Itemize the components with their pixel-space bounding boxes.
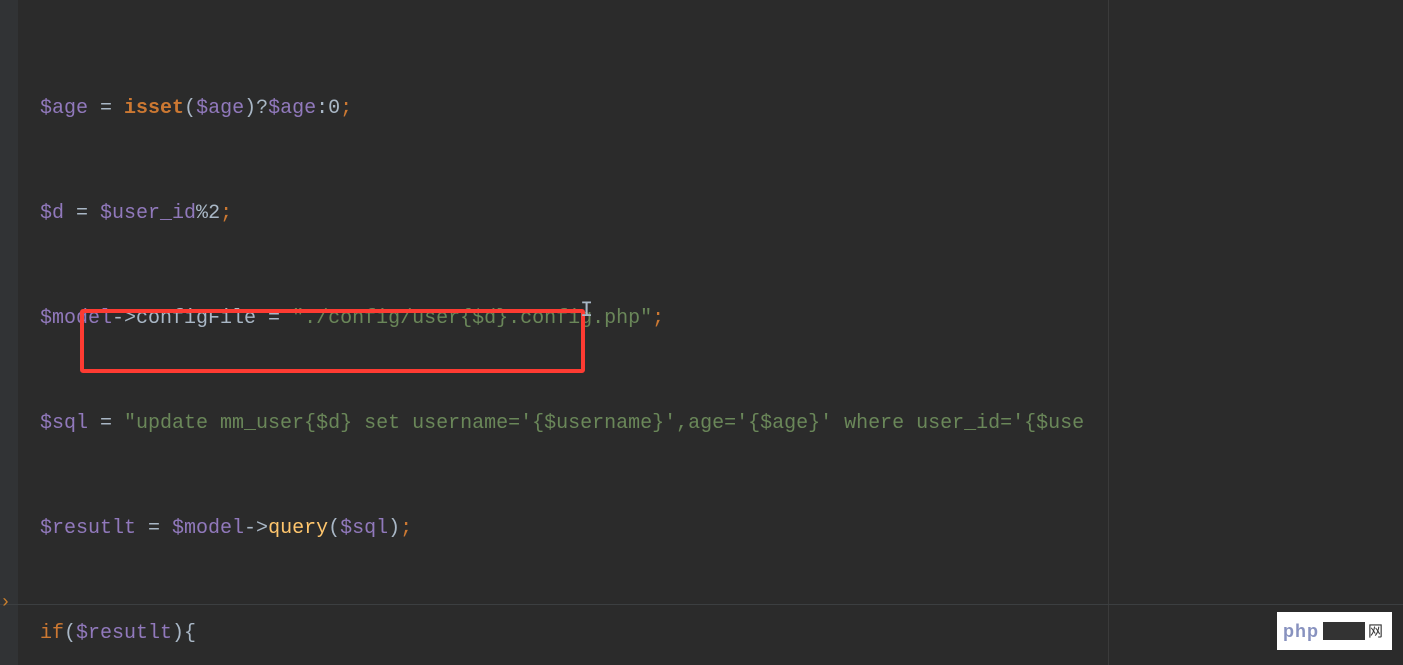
- gutter: [0, 0, 18, 665]
- variable: $d: [40, 202, 64, 225]
- text: (: [184, 97, 196, 120]
- text: ){: [172, 622, 196, 645]
- variable: $model: [172, 517, 244, 540]
- text: =: [88, 412, 124, 435]
- text: configFile =: [136, 307, 292, 330]
- text: (: [64, 622, 76, 645]
- text: )?: [244, 97, 268, 120]
- code-line[interactable]: $sql = "update mm_user{$d} set username=…: [40, 401, 1403, 446]
- watermark-redacted: [1323, 622, 1365, 640]
- keyword: isset: [124, 97, 184, 120]
- text: (: [328, 517, 340, 540]
- text: ->: [112, 307, 136, 330]
- watermark-badge: php 网: [1277, 612, 1392, 650]
- variable: $sql: [340, 517, 388, 540]
- code-line[interactable]: $age = isset($age)?$age:0;: [40, 86, 1403, 131]
- text: =: [88, 97, 124, 120]
- text: ;: [652, 307, 664, 330]
- code-line[interactable]: $model->configFile = "./config/user{$d}.…: [40, 296, 1403, 341]
- variable: $resutlt: [40, 517, 136, 540]
- text: ;: [220, 202, 232, 225]
- code-line[interactable]: if($resutlt){: [40, 611, 1403, 656]
- number: 0: [328, 97, 340, 120]
- variable: $model: [40, 307, 112, 330]
- function: query: [268, 517, 328, 540]
- string: "update mm_user{$d} set username='{$user…: [124, 412, 1084, 435]
- text: ;: [400, 517, 412, 540]
- text: :: [316, 97, 328, 120]
- variable: $user_id: [100, 202, 196, 225]
- variable: $age: [268, 97, 316, 120]
- text: =: [64, 202, 100, 225]
- code-area[interactable]: $age = isset($age)?$age:0; $d = $user_id…: [18, 0, 1403, 665]
- variable: $sql: [40, 412, 88, 435]
- variable: $age: [40, 97, 88, 120]
- text: %: [196, 202, 208, 225]
- variable: $resutlt: [76, 622, 172, 645]
- text: ->: [244, 517, 268, 540]
- number: 2: [208, 202, 220, 225]
- text: =: [136, 517, 172, 540]
- code-line[interactable]: $d = $user_id%2;: [40, 191, 1403, 236]
- text: ;: [340, 97, 352, 120]
- variable: $age: [196, 97, 244, 120]
- string: "./config/user{$d}.config.php": [292, 307, 652, 330]
- code-editor[interactable]: › $age = isset($age)?$age:0; $d = $user_…: [0, 0, 1403, 665]
- fold-chevron-icon[interactable]: ›: [0, 594, 11, 612]
- watermark-text: 网: [1368, 624, 1383, 639]
- code-line[interactable]: $resutlt = $model->query($sql);: [40, 506, 1403, 551]
- text: ): [388, 517, 400, 540]
- keyword: if: [40, 622, 64, 645]
- watermark-text: php: [1283, 622, 1319, 640]
